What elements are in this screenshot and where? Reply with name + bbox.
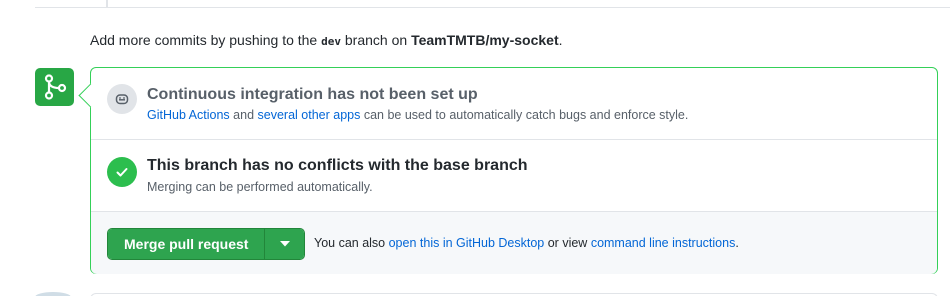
merge-options-dropdown[interactable] [265,229,305,259]
caret-down-icon [279,241,290,247]
ci-title: Continuous integration has not been set … [147,86,478,103]
timeline-line [106,0,108,8]
check-icon [107,157,137,187]
git-merge-icon [35,68,74,106]
branch-name: dev [321,35,341,48]
ci-description: GitHub Actions and several other apps ca… [147,108,689,122]
push-note: Add more commits by pushing to the dev b… [90,32,563,48]
github-actions-link[interactable]: GitHub Actions [147,108,230,122]
conflict-title: This branch has no conflicts with the ba… [147,157,528,174]
conflict-status-section: This branch has no conflicts with the ba… [91,140,937,212]
merge-alternatives: You can also open this in GitHub Desktop… [314,236,739,250]
merge-box: Continuous integration has not been set … [90,67,938,274]
open-desktop-link[interactable]: open this in GitHub Desktop [389,236,545,250]
robot-icon [107,84,137,114]
conflict-subtitle: Merging can be performed automatically. [147,180,373,194]
avatar [35,292,71,296]
ci-status-section: Continuous integration has not been set … [91,68,937,140]
merge-pull-request-button[interactable]: Merge pull request [108,229,266,259]
other-apps-link[interactable]: several other apps [258,108,361,122]
merge-action-section: Merge pull request You can also open thi… [91,212,937,274]
timeline-divider [35,7,950,8]
merge-button-group: Merge pull request [107,228,306,260]
command-line-link[interactable]: command line instructions [591,236,736,250]
repo-name: TeamTMTB/my-socket [411,32,559,48]
